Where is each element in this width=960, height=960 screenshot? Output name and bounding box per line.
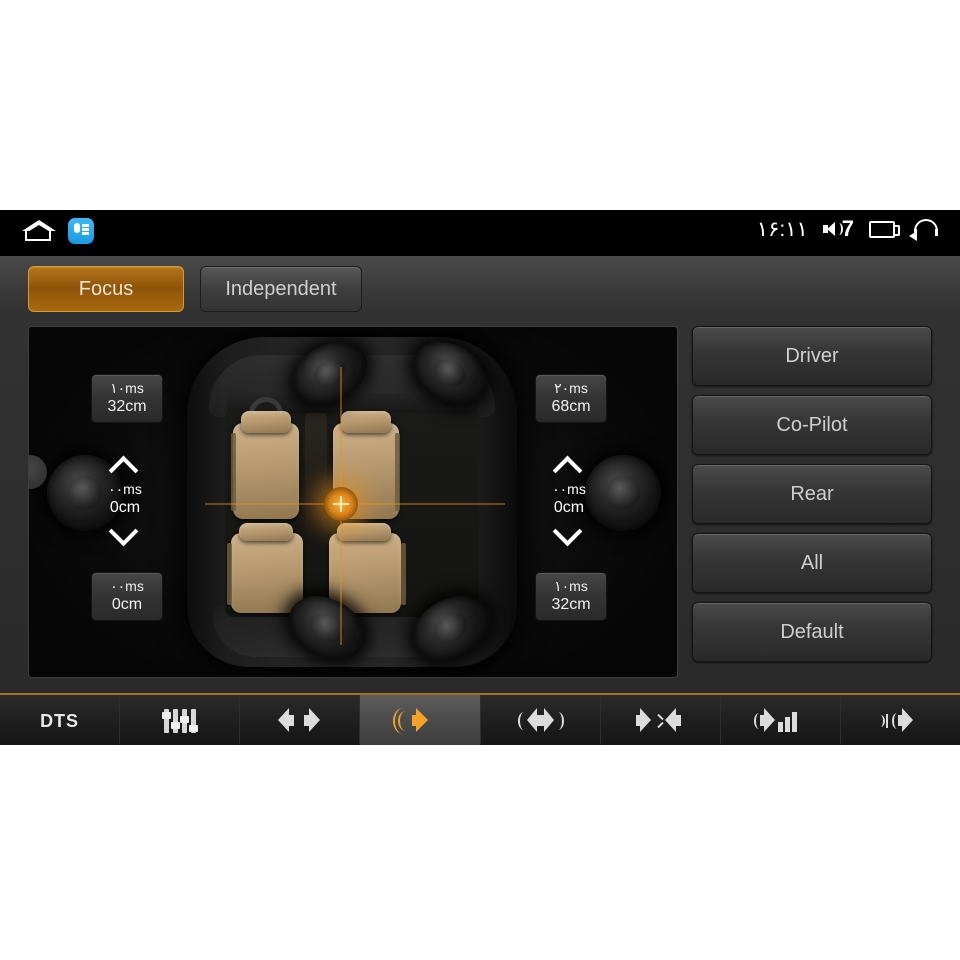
tab-focus[interactable]: Focus bbox=[28, 266, 184, 312]
preset-rear[interactable]: Rear bbox=[692, 464, 932, 524]
distance-value: 32cm bbox=[551, 596, 591, 614]
sound-stage-panel[interactable]: ۱۰ms 32cm ۲۰ms 68cm ۰۰ms 0cm ۱۰ms 32cm ۰… bbox=[28, 326, 678, 678]
toolbar-item-equalizer[interactable] bbox=[120, 695, 241, 745]
seatbelt-front-left bbox=[231, 433, 236, 511]
toolbar-item-crossover[interactable] bbox=[841, 695, 960, 745]
speaker-levels-icon bbox=[754, 706, 806, 736]
tab-independent[interactable]: Independent bbox=[200, 266, 362, 312]
chevron-down-icon[interactable] bbox=[110, 525, 140, 541]
main-content: ۱۰ms 32cm ۲۰ms 68cm ۰۰ms 0cm ۱۰ms 32cm ۰… bbox=[0, 318, 960, 693]
home-icon[interactable] bbox=[22, 218, 56, 244]
delay-value: ۲۰ms bbox=[554, 380, 588, 396]
preset-driver[interactable]: Driver bbox=[692, 326, 932, 386]
delay-value: ۱۰ms bbox=[110, 380, 144, 396]
preset-co-pilot[interactable]: Co-Pilot bbox=[692, 395, 932, 455]
seatbelt-rear-left bbox=[227, 543, 232, 605]
fader-speakers-icon bbox=[634, 706, 686, 736]
toolbar-item-dts[interactable]: DTS bbox=[0, 695, 121, 745]
delay-readout-front-left[interactable]: ۱۰ms 32cm bbox=[91, 374, 163, 423]
recent-apps-icon[interactable] bbox=[869, 220, 900, 238]
delay-readout-rear-left[interactable]: ۰۰ms 0cm bbox=[91, 572, 163, 621]
volume-icon bbox=[822, 221, 843, 237]
focus-speaker-icon bbox=[392, 706, 446, 736]
preset-default[interactable]: Default bbox=[692, 602, 932, 662]
toolbar-item-fader[interactable] bbox=[601, 695, 721, 745]
mode-tab-bar: Focus Independent bbox=[0, 256, 960, 319]
toolbar-item-balance[interactable] bbox=[240, 695, 361, 745]
stepper-values: ۰۰ms 0cm bbox=[533, 481, 605, 517]
dts-logo: DTS bbox=[40, 710, 80, 731]
seat-rear-left bbox=[231, 533, 303, 613]
delay-stepper-mid-left[interactable]: ۰۰ms 0cm bbox=[89, 457, 161, 541]
screenshot-stage: ۱۶:۱۱ 7 Focus Independent ۱۰ms 32cm ۲۰ms… bbox=[0, 0, 960, 960]
status-bar-right: ۱۶:۱۱ 7 bbox=[757, 216, 940, 242]
distance-value: 0cm bbox=[553, 498, 585, 516]
headrest-front-right bbox=[341, 411, 391, 433]
stepper-values: ۰۰ms 0cm bbox=[89, 481, 161, 517]
chevron-up-icon[interactable] bbox=[554, 457, 584, 473]
seatbelt-front-right bbox=[395, 433, 400, 511]
preset-list: Driver Co-Pilot Rear All Default bbox=[692, 326, 932, 671]
clock: ۱۶:۱۱ bbox=[756, 217, 808, 241]
headrest-rear-left bbox=[239, 523, 293, 541]
distance-value: 0cm bbox=[111, 596, 143, 614]
distance-value: 32cm bbox=[107, 398, 147, 416]
status-bar: ۱۶:۱۱ 7 bbox=[0, 210, 960, 256]
center-console bbox=[305, 413, 327, 533]
delay-value: ۰۰ms bbox=[110, 578, 144, 594]
distance-value: 68cm bbox=[551, 398, 591, 416]
chevron-up-icon[interactable] bbox=[110, 457, 140, 473]
toolbar-item-surround[interactable] bbox=[481, 695, 601, 745]
status-bar-left bbox=[22, 218, 94, 244]
back-arrow-icon[interactable] bbox=[909, 219, 940, 241]
delay-readout-front-right[interactable]: ۲۰ms 68cm bbox=[535, 374, 607, 423]
volume-level: 7 bbox=[841, 216, 854, 241]
delay-stepper-mid-right[interactable]: ۰۰ms 0cm bbox=[533, 457, 605, 541]
delay-value: ۱۰ms bbox=[554, 578, 588, 594]
delay-readout-rear-right[interactable]: ۱۰ms 32cm bbox=[535, 572, 607, 621]
toolbar-item-focus[interactable] bbox=[360, 695, 481, 745]
focus-point-marker[interactable] bbox=[324, 487, 358, 521]
preset-all[interactable]: All bbox=[692, 533, 932, 593]
crossover-speaker-icon bbox=[874, 706, 926, 736]
volume-indicator[interactable]: 7 bbox=[822, 216, 854, 242]
balance-speakers-icon bbox=[274, 706, 326, 736]
seatbelt-rear-right bbox=[401, 543, 406, 605]
toolbar-item-levels[interactable] bbox=[721, 695, 841, 745]
headrest-rear-right bbox=[337, 523, 391, 541]
equalizer-sliders-icon bbox=[154, 706, 206, 736]
audio-feature-toolbar: DTS bbox=[0, 693, 960, 745]
chevron-down-icon[interactable] bbox=[554, 525, 584, 541]
distance-value: 0cm bbox=[109, 498, 141, 516]
head-unit-screen: ۱۶:۱۱ 7 Focus Independent ۱۰ms 32cm ۲۰ms… bbox=[0, 210, 960, 745]
equalizer-app-icon[interactable] bbox=[68, 218, 94, 244]
surround-speaker-icon bbox=[514, 706, 566, 736]
headrest-front-left bbox=[241, 411, 291, 433]
